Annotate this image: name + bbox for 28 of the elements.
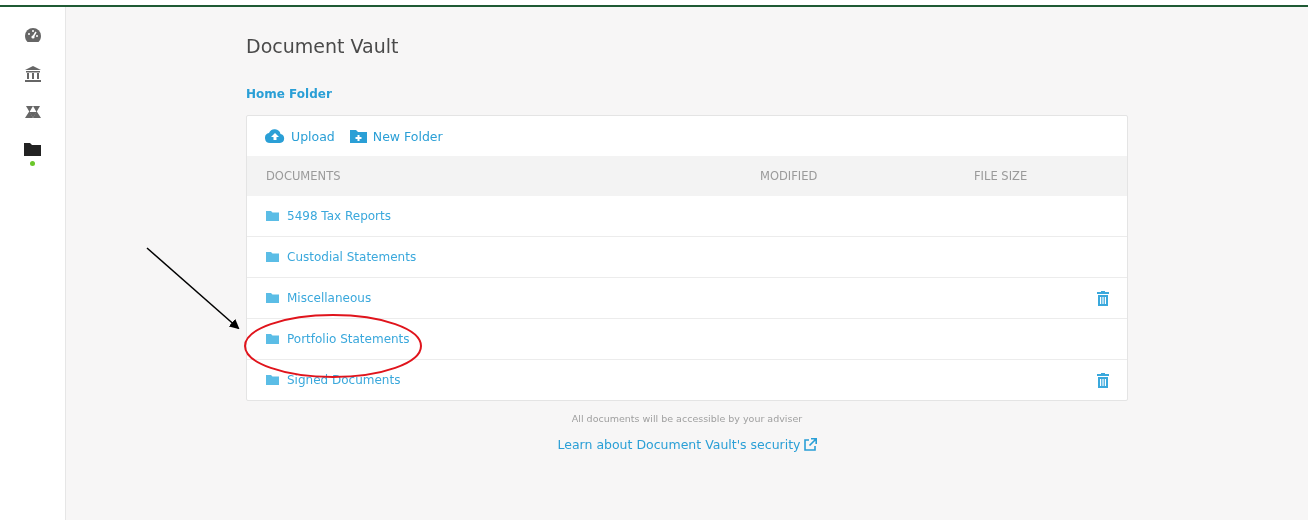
trash-icon[interactable]: [1097, 372, 1109, 388]
security-link[interactable]: Learn about Document Vault's security: [557, 437, 817, 452]
page-title: Document Vault: [246, 35, 400, 59]
column-header: DOCUMENTS: [266, 169, 342, 183]
upload-button[interactable]: Upload: [265, 128, 335, 144]
column-header: FILE SIZE: [974, 169, 1028, 183]
folder-icon: [266, 252, 279, 262]
folder-link[interactable]: Portfolio Statements: [287, 332, 410, 346]
folder-icon: [266, 293, 279, 303]
folder-link[interactable]: Signed Documents: [287, 373, 401, 387]
folder-icon[interactable]: [24, 142, 41, 156]
column-header: MODIFIED: [760, 169, 819, 183]
folder-icon: [266, 334, 279, 344]
bank-icon[interactable]: [24, 66, 41, 82]
cloud-upload-icon: [265, 129, 285, 143]
footer-note: All documents will be accessible by your adviser: [570, 413, 804, 424]
gauge-icon[interactable]: [23, 27, 42, 43]
folder-plus-icon: [349, 129, 367, 143]
new-folder-button[interactable]: New Folder: [349, 128, 443, 144]
external-link-icon: [803, 438, 817, 451]
breadcrumb-link[interactable]: Home Folder: [246, 87, 332, 101]
folder-icon: [266, 211, 279, 221]
trash-icon[interactable]: [1097, 290, 1109, 306]
folder-link[interactable]: Miscellaneous: [287, 291, 372, 305]
folder-link[interactable]: Custodial Statements: [287, 250, 417, 264]
folder-icon: [266, 375, 279, 385]
triangles-icon[interactable]: [24, 105, 41, 119]
folder-link[interactable]: 5498 Tax Reports: [287, 209, 391, 223]
